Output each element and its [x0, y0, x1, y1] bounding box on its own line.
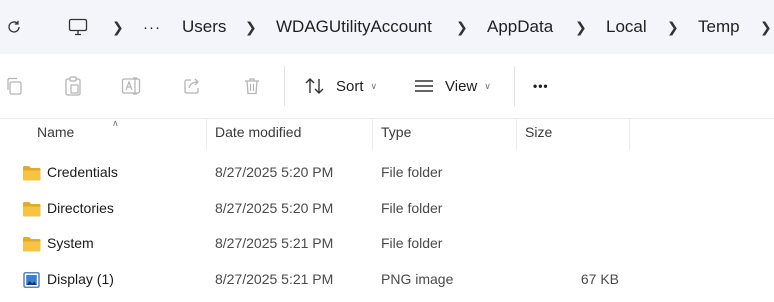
sort-label: Sort — [336, 77, 364, 95]
column-header-size[interactable]: Size — [525, 124, 552, 140]
column-divider[interactable] — [629, 118, 630, 150]
rename-icon[interactable] — [120, 74, 144, 98]
file-row[interactable]: System 8/27/2025 5:21 PM File folder — [0, 227, 774, 261]
sort-ascending-icon: ∧ — [112, 118, 119, 128]
delete-icon[interactable] — [240, 74, 264, 98]
breadcrumb-users[interactable]: Users — [182, 0, 226, 54]
column-header-date-modified[interactable]: Date modified — [215, 124, 301, 140]
breadcrumb-chevron-icon[interactable]: ❯ — [575, 0, 587, 54]
file-row[interactable]: Credentials 8/27/2025 5:20 PM File folde… — [0, 156, 774, 190]
file-type: PNG image — [381, 271, 454, 287]
file-name: Credentials — [47, 164, 118, 180]
file-date-modified: 8/27/2025 5:21 PM — [215, 271, 334, 287]
breadcrumb-chevron-icon[interactable]: ❯ — [112, 0, 124, 54]
sort-button[interactable]: Sort ∨ — [304, 72, 377, 100]
file-name: Directories — [47, 200, 114, 216]
toolbar-divider — [284, 66, 285, 106]
sort-icon — [305, 78, 324, 94]
folder-icon — [23, 166, 41, 181]
file-type: File folder — [381, 164, 443, 180]
breadcrumb-local[interactable]: Local — [606, 0, 647, 54]
breadcrumb-chevron-icon[interactable]: ❯ — [667, 0, 679, 54]
file-size: 67 KB — [580, 271, 619, 287]
file-date-modified: 8/27/2025 5:21 PM — [215, 235, 334, 251]
chevron-down-icon: ∨ — [370, 80, 378, 91]
file-date-modified: 8/27/2025 5:20 PM — [215, 164, 334, 180]
column-divider[interactable] — [206, 118, 207, 150]
breadcrumb-overflow-button[interactable]: ··· — [143, 0, 161, 54]
refresh-icon[interactable] — [4, 0, 24, 54]
file-type: File folder — [381, 200, 443, 216]
command-bar: Sort ∨ View ∨ ••• — [0, 54, 774, 119]
column-divider[interactable] — [372, 118, 373, 150]
file-name: System — [47, 235, 94, 251]
this-pc-icon[interactable] — [66, 0, 90, 54]
file-type: File folder — [381, 235, 443, 251]
file-date-modified: 8/27/2025 5:20 PM — [215, 200, 334, 216]
column-header-name[interactable]: Name — [37, 124, 74, 140]
view-icon — [415, 80, 433, 92]
address-bar: ❯ ··· Users ❯ WDAGUtilityAccount ❯ AppDa… — [0, 0, 774, 54]
column-header-type[interactable]: Type — [381, 124, 411, 140]
folder-icon — [23, 202, 41, 217]
copy-icon[interactable] — [2, 74, 26, 98]
breadcrumb-wdagutilityaccount[interactable]: WDAGUtilityAccount — [276, 0, 432, 54]
breadcrumb-temp[interactable]: Temp — [698, 0, 740, 54]
breadcrumb-appdata[interactable]: AppData — [487, 0, 553, 54]
breadcrumb-chevron-icon[interactable]: ❯ — [245, 0, 257, 54]
view-label: View — [445, 77, 478, 95]
folder-icon — [23, 237, 41, 252]
view-button[interactable]: View ∨ — [413, 72, 491, 100]
breadcrumb-chevron-icon[interactable]: ❯ — [456, 0, 468, 54]
share-icon[interactable] — [180, 74, 204, 98]
toolbar-divider — [514, 66, 515, 106]
file-row[interactable]: Display (1) 8/27/2025 5:21 PM PNG image … — [0, 263, 774, 297]
file-row[interactable]: Directories 8/27/2025 5:20 PM File folde… — [0, 192, 774, 226]
column-divider[interactable] — [516, 118, 517, 150]
breadcrumb-chevron-icon[interactable]: ❯ — [760, 0, 772, 54]
file-name: Display (1) — [47, 271, 114, 287]
more-options-button[interactable]: ••• — [533, 72, 549, 100]
png-image-icon — [23, 272, 40, 288]
chevron-down-icon: ∨ — [484, 80, 491, 91]
paste-icon[interactable] — [61, 74, 85, 98]
